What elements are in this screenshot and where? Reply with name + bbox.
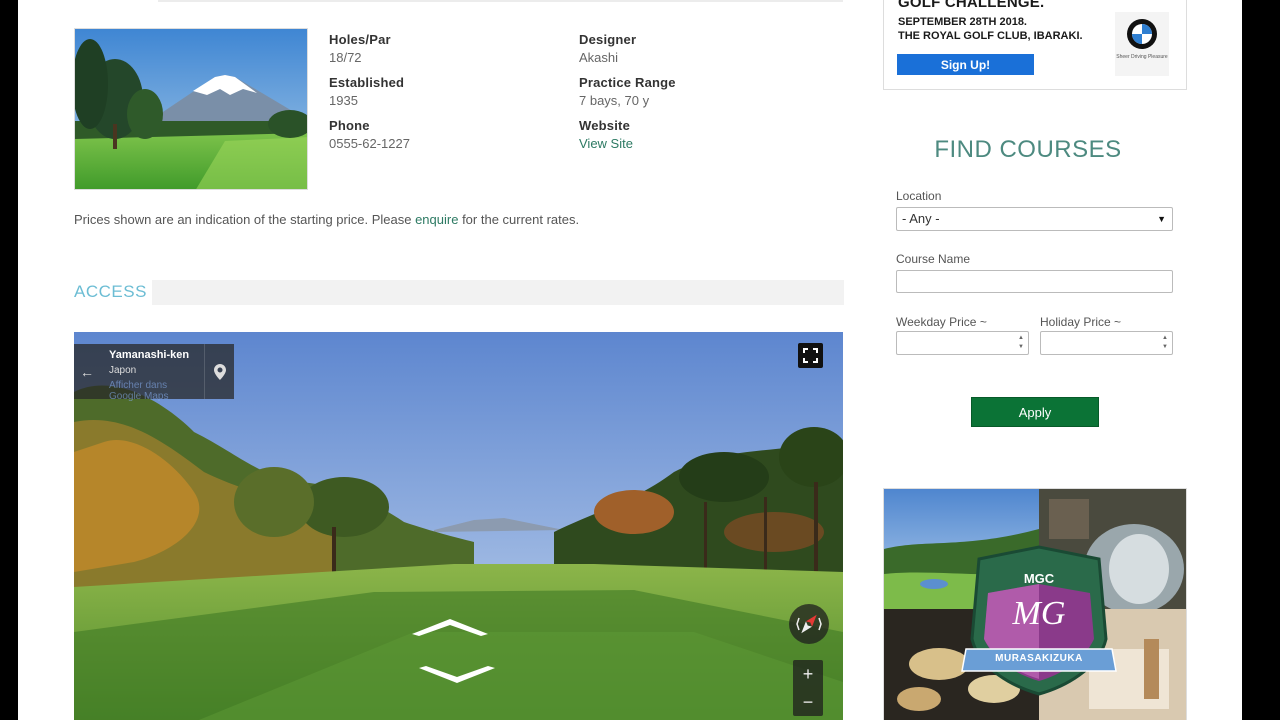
holiday-price-input[interactable]: ▲ ▼ [1040,331,1173,355]
fullscreen-icon[interactable] [798,343,823,368]
location-select-value: - Any - [902,211,940,226]
open-in-maps-link-line2: Google Maps [109,391,169,402]
weekday-price-label: Weekday Price ~ [896,315,987,329]
phone-info: Phone 0555-62-1227 [329,118,410,151]
mgc-badge-top-text: MGC [1023,571,1055,586]
holes-par-label: Holes/Par [329,32,391,47]
golf-challenge-ad[interactable]: GOLF CHALLENGE. SEPTEMBER 28TH 2018. THE… [883,0,1187,90]
ad-venue-line: THE ROYAL GOLF CLUB, IBARAKI. [898,30,1083,42]
enquire-link[interactable]: enquire [415,212,458,227]
page: Holes/Par 18/72 Designer Akashi Establis… [18,0,1242,720]
location-select[interactable]: - Any - ▼ [896,207,1173,231]
location-title: Yamanashi-ken [109,349,190,361]
zoom-in-button[interactable]: + [793,660,823,688]
website-info: Website View Site [579,118,633,151]
practice-range-info: Practice Range 7 bays, 70 y [579,75,676,108]
zoom-control: + − [793,660,823,716]
ad-date-line: SEPTEMBER 28TH 2018. [898,16,1027,28]
established-value: 1935 [329,93,358,108]
established-info: Established 1935 [329,75,404,108]
compass-icon[interactable] [789,604,829,644]
location-label: Location [896,189,942,203]
course-name-label: Course Name [896,252,971,266]
access-section-header: ACCESS [74,278,844,306]
website-label: Website [579,118,631,133]
bmw-roundel-icon [1127,19,1157,49]
phone-value: 0555-62-1227 [329,136,410,151]
dropdown-arrow-icon: ▼ [1157,214,1166,224]
course-photo [74,28,308,190]
number-spinner-icon[interactable]: ▲ ▼ [1160,334,1170,352]
location-info-card: ← Yamanashi-ken Japon Afficher dans Goog… [74,344,234,402]
designer-value: Akashi [579,50,619,65]
mgc-badge-banner: MURASAKIZUKA [995,653,1083,664]
number-spinner-icon[interactable]: ▲ ▼ [1016,334,1026,352]
open-in-maps-link[interactable]: Afficher dans Google Maps [109,380,168,402]
holiday-price-label: Holiday Price ~ [1040,315,1122,329]
access-divider-bar [152,280,844,305]
practice-range-value: 7 bays, 70 y [579,93,650,108]
ad-headline: GOLF CHALLENGE. [898,0,1045,11]
back-arrow-icon[interactable]: ← [74,344,100,399]
location-country: Japon [109,365,137,376]
weekday-price-input[interactable]: ▲ ▼ [896,331,1029,355]
find-courses-title: FIND COURSES [934,136,1122,163]
mgc-badge-monogram: MG [1012,595,1066,632]
backward-arrow-icon[interactable] [416,664,498,686]
price-note-text-after: for the current rates. [458,212,580,227]
apply-button[interactable]: Apply [971,397,1099,427]
sign-up-button[interactable]: Sign Up! [897,54,1034,75]
street-view-panorama[interactable]: ← Yamanashi-ken Japon Afficher dans Goog… [74,332,843,720]
zoom-out-button[interactable]: − [793,688,823,716]
top-divider [158,0,843,2]
designer-info: Designer Akashi [579,32,636,65]
designer-label: Designer [579,32,637,47]
open-in-maps-link-line1: Afficher dans [109,380,168,391]
price-note: Prices shown are an indication of the st… [74,212,579,227]
forward-arrow-icon[interactable] [409,616,491,638]
bmw-logo: Sheer Driving Pleasure [1115,12,1169,76]
established-label: Established [329,75,405,90]
map-pin-icon[interactable] [204,344,234,399]
practice-range-label: Practice Range [579,75,676,90]
holes-par-info: Holes/Par 18/72 [329,32,391,65]
phone-label: Phone [329,118,370,133]
murasakizuka-ad[interactable]: MGC MG MURASAKIZUKA [883,488,1187,720]
holes-par-value: 18/72 [329,50,362,65]
bmw-tagline: Sheer Driving Pleasure [1116,54,1168,60]
view-site-link[interactable]: View Site [579,136,633,151]
course-name-input[interactable] [896,270,1173,293]
access-title: ACCESS [74,282,147,301]
price-note-text-before: Prices shown are an indication of the st… [74,212,416,227]
